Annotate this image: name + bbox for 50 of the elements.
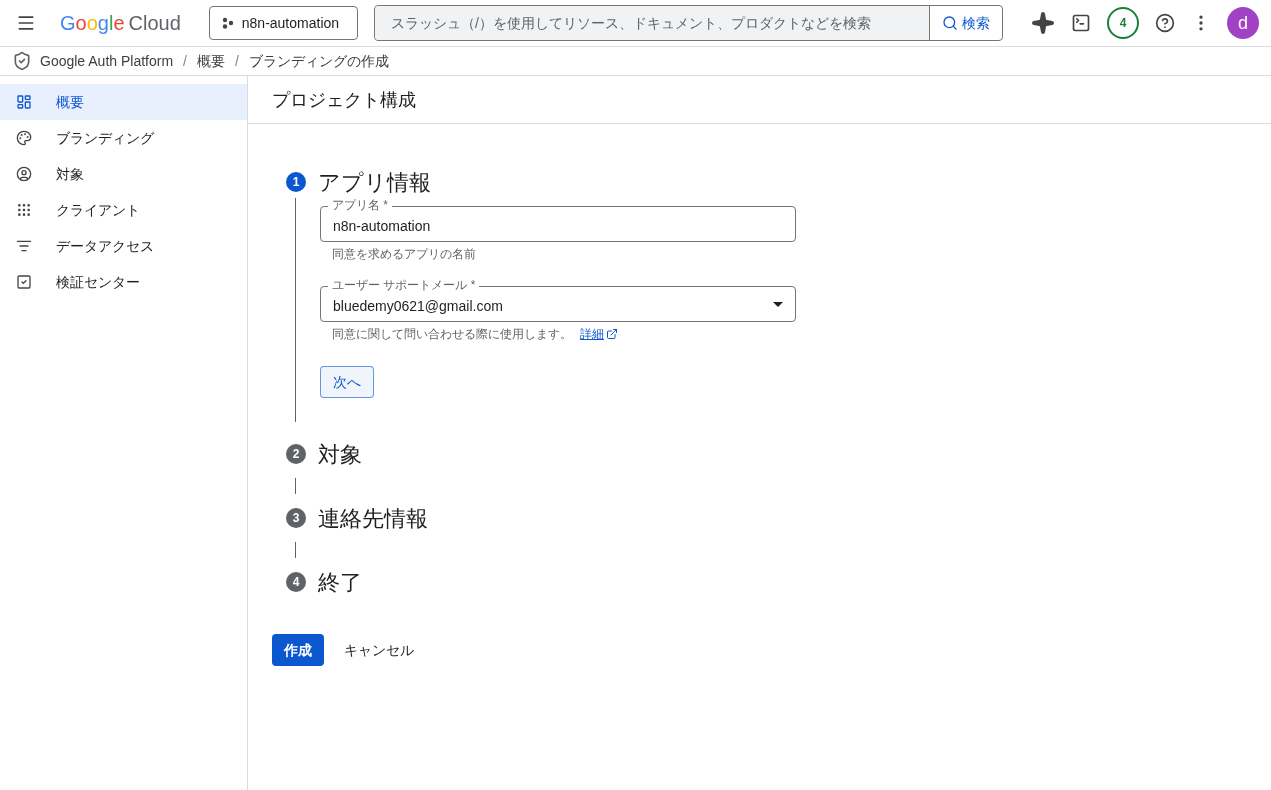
breadcrumb-separator: / [233, 52, 240, 71]
google-cloud-logo[interactable]: Google Cloud [60, 8, 181, 38]
external-link-icon [606, 328, 618, 340]
step-title: 対象 [318, 440, 362, 469]
menu-icon [16, 13, 36, 33]
breadcrumb-link[interactable]: ブランディングの作成 [248, 51, 389, 71]
avatar[interactable]: d [1227, 7, 1259, 39]
details-link[interactable]: 詳細 [580, 326, 618, 342]
dropdown-caret-icon [773, 301, 783, 307]
page-title: プロジェクト構成 [272, 88, 416, 112]
grid-icon [16, 202, 32, 218]
field-hint: 同意を求めるアプリの名前 [332, 246, 476, 262]
palette-icon [16, 130, 32, 146]
sidebar-item[interactable]: ブランディング [0, 120, 247, 156]
project-dots-icon [221, 17, 234, 29]
cancel-button[interactable]: キャンセル [344, 634, 414, 666]
search-icon [942, 15, 958, 31]
notification-count[interactable]: 4 [1107, 7, 1139, 39]
step-number: 1 [286, 172, 306, 192]
terminal-icon[interactable] [1071, 13, 1091, 33]
create-button[interactable]: 作成 [272, 634, 324, 666]
field-hint: 同意に関して問い合わせる際に使用します。 [332, 326, 572, 342]
search-field[interactable]: スラッシュ（/）を使用してリソース、ドキュメント、プロダクトなどを検索 検索 [374, 5, 1003, 41]
next-button[interactable]: 次へ [320, 366, 374, 398]
step-number: 3 [286, 508, 306, 528]
breadcrumb-link[interactable]: Google Auth Platform [40, 51, 174, 71]
project-picker[interactable]: n8n-automation [208, 6, 359, 40]
search-input[interactable]: スラッシュ（/）を使用してリソース、ドキュメント、プロダクトなどを検索 [375, 6, 929, 40]
person-icon [16, 166, 32, 182]
sidebar-item[interactable]: クライアント [0, 192, 247, 228]
sparkle-icon[interactable] [1031, 11, 1055, 35]
shield-icon [12, 51, 32, 71]
step-number: 2 [286, 444, 306, 464]
sidebar-item[interactable]: データアクセス [0, 228, 247, 264]
breadcrumb-separator: / [182, 52, 188, 71]
help-icon[interactable] [1155, 13, 1175, 33]
dashboard-icon [16, 94, 32, 110]
search-button[interactable]: 検索 [929, 6, 1002, 40]
sidebar-item[interactable]: 検証センター [0, 264, 247, 300]
sidebar-item[interactable]: 対象 [0, 156, 247, 192]
list-settings-icon [16, 238, 32, 254]
step-title: 連絡先情報 [318, 504, 428, 533]
field-label: ユーザー サポートメール * [328, 278, 480, 292]
checkbox-icon [16, 274, 32, 290]
breadcrumb-link[interactable]: 概要 [196, 51, 225, 71]
step-title: アプリ情報 [318, 168, 431, 197]
sidebar-item[interactable]: 概要 [0, 84, 247, 120]
step-number: 4 [286, 572, 306, 592]
field-label: アプリ名 * [328, 198, 392, 212]
step-title: 終了 [318, 568, 362, 597]
